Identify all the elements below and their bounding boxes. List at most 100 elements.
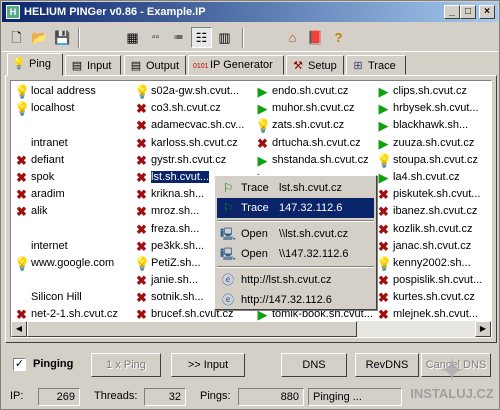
menu-item[interactable]: ⚐ Trace 147.32.112.6: [217, 198, 374, 218]
list-item[interactable]: 💡 kenny2002.sh...: [375, 255, 491, 272]
tab-ping[interactable]: 💡 Ping: [7, 53, 63, 76]
view-list-icon[interactable]: ≔: [168, 27, 189, 48]
list-item[interactable]: [13, 272, 137, 289]
home-icon[interactable]: ⌂: [282, 27, 303, 48]
host-down-icon: ✖: [378, 290, 389, 306]
view-grid-icon[interactable]: ▥: [214, 27, 235, 48]
tools-icon: ⚒: [293, 60, 303, 72]
host-name: local address: [31, 85, 96, 97]
list-item[interactable]: 💡 www.google.com: [13, 255, 137, 272]
list-item[interactable]: 💡 s02a-gw.sh.cvut...: [133, 83, 257, 100]
trace-icon: ⚐: [222, 181, 234, 195]
host-name: kozlik.sh.cvut.cz: [393, 222, 473, 235]
ip-label: IP:: [10, 390, 24, 402]
tab-output[interactable]: ▤ Output: [124, 55, 186, 75]
help-icon[interactable]: ?: [328, 27, 349, 48]
view-details-icon[interactable]: ☷: [191, 27, 212, 48]
list-item[interactable]: ✖ drtucha.sh.cvut.cz: [254, 135, 378, 152]
close-button[interactable]: ×: [479, 5, 495, 19]
list-item[interactable]: ✖ gystr.sh.cvut.cz: [133, 152, 257, 169]
one-x-ping-button[interactable]: 1 x Ping: [91, 353, 161, 377]
list-item[interactable]: ▶ muhor.sh.cvut.cz: [254, 100, 378, 117]
tab-trace[interactable]: ⊞ Trace: [346, 55, 406, 75]
list-item[interactable]: ✖ co3.sh.cvut.cz: [133, 100, 257, 117]
new-file-icon[interactable]: 🗋: [6, 27, 27, 48]
host-down-icon: ✖: [136, 101, 147, 117]
scroll-left-icon[interactable]: ◀: [11, 321, 27, 337]
scroll-right-icon[interactable]: ▶: [475, 321, 491, 337]
host-pinging-arrow-icon: ▶: [378, 169, 389, 185]
horizontal-scrollbar[interactable]: ◀ ▶: [11, 321, 491, 337]
menu-item-value: http://147.32.112.6: [241, 294, 332, 306]
list-item[interactable]: 💡 local address: [13, 83, 137, 100]
list-item[interactable]: ✖ ibanez.sh.cvut.cz: [375, 203, 491, 220]
pinging-checkbox[interactable]: ✓: [13, 358, 26, 371]
host-name: hrbysek.sh.cvut...: [393, 102, 479, 115]
pings-count: 880: [238, 388, 304, 406]
list-item[interactable]: [13, 221, 137, 238]
list-item[interactable]: 💡 localhost: [13, 100, 137, 117]
menu-item[interactable]: ⚐ Trace lst.sh.cvut.cz: [217, 178, 374, 198]
host-name: mroz.sh...: [151, 205, 200, 218]
host-name: spok: [31, 170, 55, 183]
tab-setup[interactable]: ⚒ Setup: [286, 55, 344, 75]
menu-item[interactable]: ⓔ http://lst.sh.cvut.cz: [217, 270, 374, 290]
minimize-button[interactable]: _: [444, 5, 460, 19]
host-name: kurtes.sh.cvut.cz: [393, 291, 475, 304]
list-item[interactable]: 💡 zats.sh.cvut.cz: [254, 117, 378, 134]
list-item[interactable]: ✖ adamecvac.sh.cv...: [133, 117, 257, 134]
host-down-icon: ✖: [136, 169, 147, 185]
tab-ip-generator[interactable]: 0101IP Generator: [188, 55, 284, 75]
host-down-icon: ✖: [136, 204, 147, 220]
menu-item[interactable]: 🖳 Open \\lst.sh.cvut.cz: [217, 224, 374, 244]
list-item[interactable]: internet: [13, 238, 137, 255]
list-item[interactable]: intranet: [13, 135, 137, 152]
dns-button[interactable]: DNS: [281, 353, 347, 377]
list-item[interactable]: ▶ clips.sh.cvut.cz: [375, 83, 491, 100]
main-window: H HELIUM PINGer v0.86 - Example.IP _ □ ×…: [0, 0, 500, 410]
list-item[interactable]: ✖ piskutek.sh.cvut...: [375, 186, 491, 203]
list-item[interactable]: ✖ spok: [13, 169, 137, 186]
window-title: HELIUM PINGer v0.86 - Example.IP: [24, 6, 206, 18]
save-disk-icon[interactable]: 💾: [52, 27, 73, 48]
list-item[interactable]: 💡 stoupa.sh.cvut.cz: [375, 152, 491, 169]
list-item[interactable]: ▶ blackhawk.sh...: [375, 117, 491, 134]
list-item[interactable]: ✖ pospislik.sh.cvut...: [375, 272, 491, 289]
list-item[interactable]: ▶ zuuza.sh.cvut.cz: [375, 135, 491, 152]
list-item[interactable]: ✖ aradim: [13, 186, 137, 203]
host-column: 💡 local address 💡 localhost intranet ✖ defiant…: [13, 83, 137, 324]
list-item[interactable]: ✖ janac.sh.cvut.cz: [375, 238, 491, 255]
open-folder-icon[interactable]: 📂: [29, 27, 50, 48]
list-item[interactable]: ▶ hrbysek.sh.cvut...: [375, 100, 491, 117]
book-icon[interactable]: 📕: [305, 27, 326, 48]
scroll-thumb[interactable]: [27, 321, 357, 337]
toolbar: 🗋 📂 💾 ▦ ▫▫ ≔ ☷ ▥ ⌂ 📕 ?: [2, 24, 498, 52]
host-down-icon: ✖: [378, 273, 389, 289]
toolbar-separator: [78, 28, 80, 48]
list-item[interactable]: ✖ kozlik.sh.cvut.cz: [375, 221, 491, 238]
host-down-icon: ✖: [16, 204, 27, 220]
list-item[interactable]: ✖ karloss.sh.cvut.cz: [133, 135, 257, 152]
list-item[interactable]: ✖ alik: [13, 203, 137, 220]
tab-input[interactable]: ▤ Input: [65, 55, 121, 75]
menu-item[interactable]: 🖳 Open \\147.32.112.6: [217, 244, 374, 264]
list-item[interactable]: ▶ shstanda.sh.cvut.cz: [254, 152, 378, 169]
list-item[interactable]: ✖ defiant: [13, 152, 137, 169]
host-down-icon: ✖: [136, 152, 147, 168]
host-name: zats.sh.cvut.cz: [272, 119, 345, 132]
list-item[interactable]: Silicon Hill: [13, 289, 137, 306]
maximize-button[interactable]: □: [460, 5, 476, 19]
host-name: defiant: [31, 153, 65, 166]
to-input-button[interactable]: >> Input: [171, 353, 245, 377]
view-large-icons-icon[interactable]: ▦: [122, 27, 143, 48]
host-name: stoupa.sh.cvut.cz: [393, 153, 478, 166]
list-item[interactable]: ✖ kurtes.sh.cvut.cz: [375, 289, 491, 306]
view-small-icons-icon[interactable]: ▫▫: [145, 27, 166, 48]
list-item[interactable]: [13, 117, 137, 134]
list-item[interactable]: ▶ la4.sh.cvut.cz: [375, 169, 491, 186]
list-item[interactable]: ▶ endo.sh.cvut.cz: [254, 83, 378, 100]
host-alive-bulb-icon: 💡: [14, 255, 31, 271]
menu-item[interactable]: ⓔ http://147.32.112.6: [217, 290, 374, 310]
host-name: intranet: [31, 136, 68, 149]
app-icon: H: [6, 5, 20, 19]
